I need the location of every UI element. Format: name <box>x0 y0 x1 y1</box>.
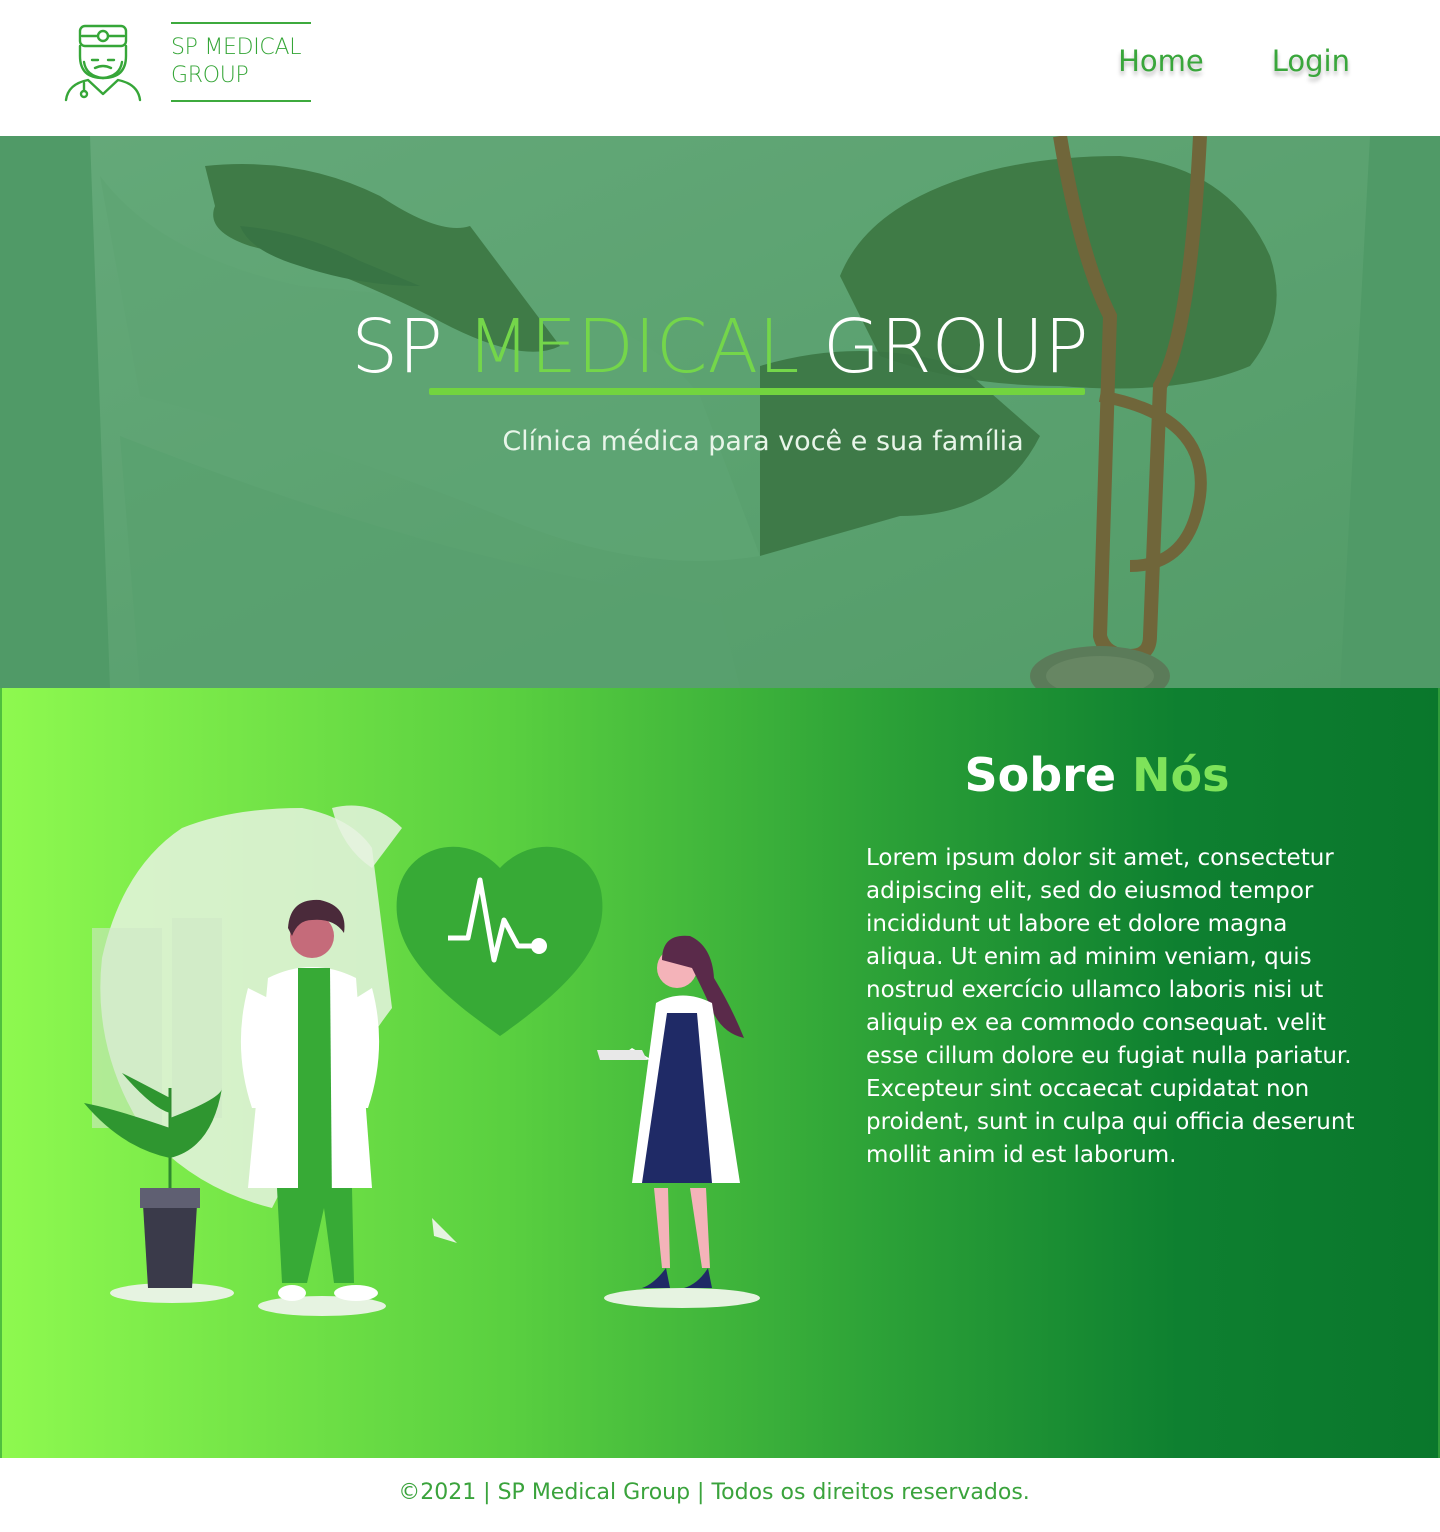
hero-title-underline <box>429 388 1085 395</box>
hero-subtitle: Clínica médica para você e sua família <box>502 426 1024 457</box>
site-footer: ©2021 | SP Medical Group | Todos os dire… <box>0 1458 1440 1532</box>
hero-title: SP MEDICAL GROUP <box>0 304 1440 390</box>
hero-background-image <box>0 136 1440 688</box>
hero-title-part1: SP <box>351 304 467 390</box>
about-title-part1: Sobre <box>964 748 1133 802</box>
doctors-illustration <box>84 805 760 1316</box>
nav-home-link[interactable]: Home <box>1118 44 1204 78</box>
about-title: Sobre Nós <box>862 748 1332 802</box>
hero-banner: SP MEDICAL GROUP Clínica médica para voc… <box>0 136 1440 688</box>
hero-title-part2: GROUP <box>799 304 1089 390</box>
hero-title-accent: MEDICAL <box>466 304 800 390</box>
logo-wordmark[interactable]: SP MEDICAL GROUP <box>171 22 311 102</box>
nav-login-link[interactable]: Login <box>1272 44 1350 78</box>
about-body-text: Lorem ipsum dolor sit amet, consectetur … <box>866 845 1355 1168</box>
footer-copyright: ©2021 | SP Medical Group | Todos os dire… <box>398 1480 1030 1505</box>
main-nav: Home Login <box>1118 44 1350 78</box>
logo-line-1: SP MEDICAL <box>171 35 302 60</box>
logo-line-2: GROUP <box>171 63 249 88</box>
about-title-accent: Nós <box>1132 748 1230 802</box>
doctor-icon[interactable] <box>62 22 144 104</box>
about-section: Sobre Nós Lorem ipsum dolor sit amet, co… <box>0 688 1440 1458</box>
site-header: SP MEDICAL GROUP Home Login <box>0 0 1440 136</box>
